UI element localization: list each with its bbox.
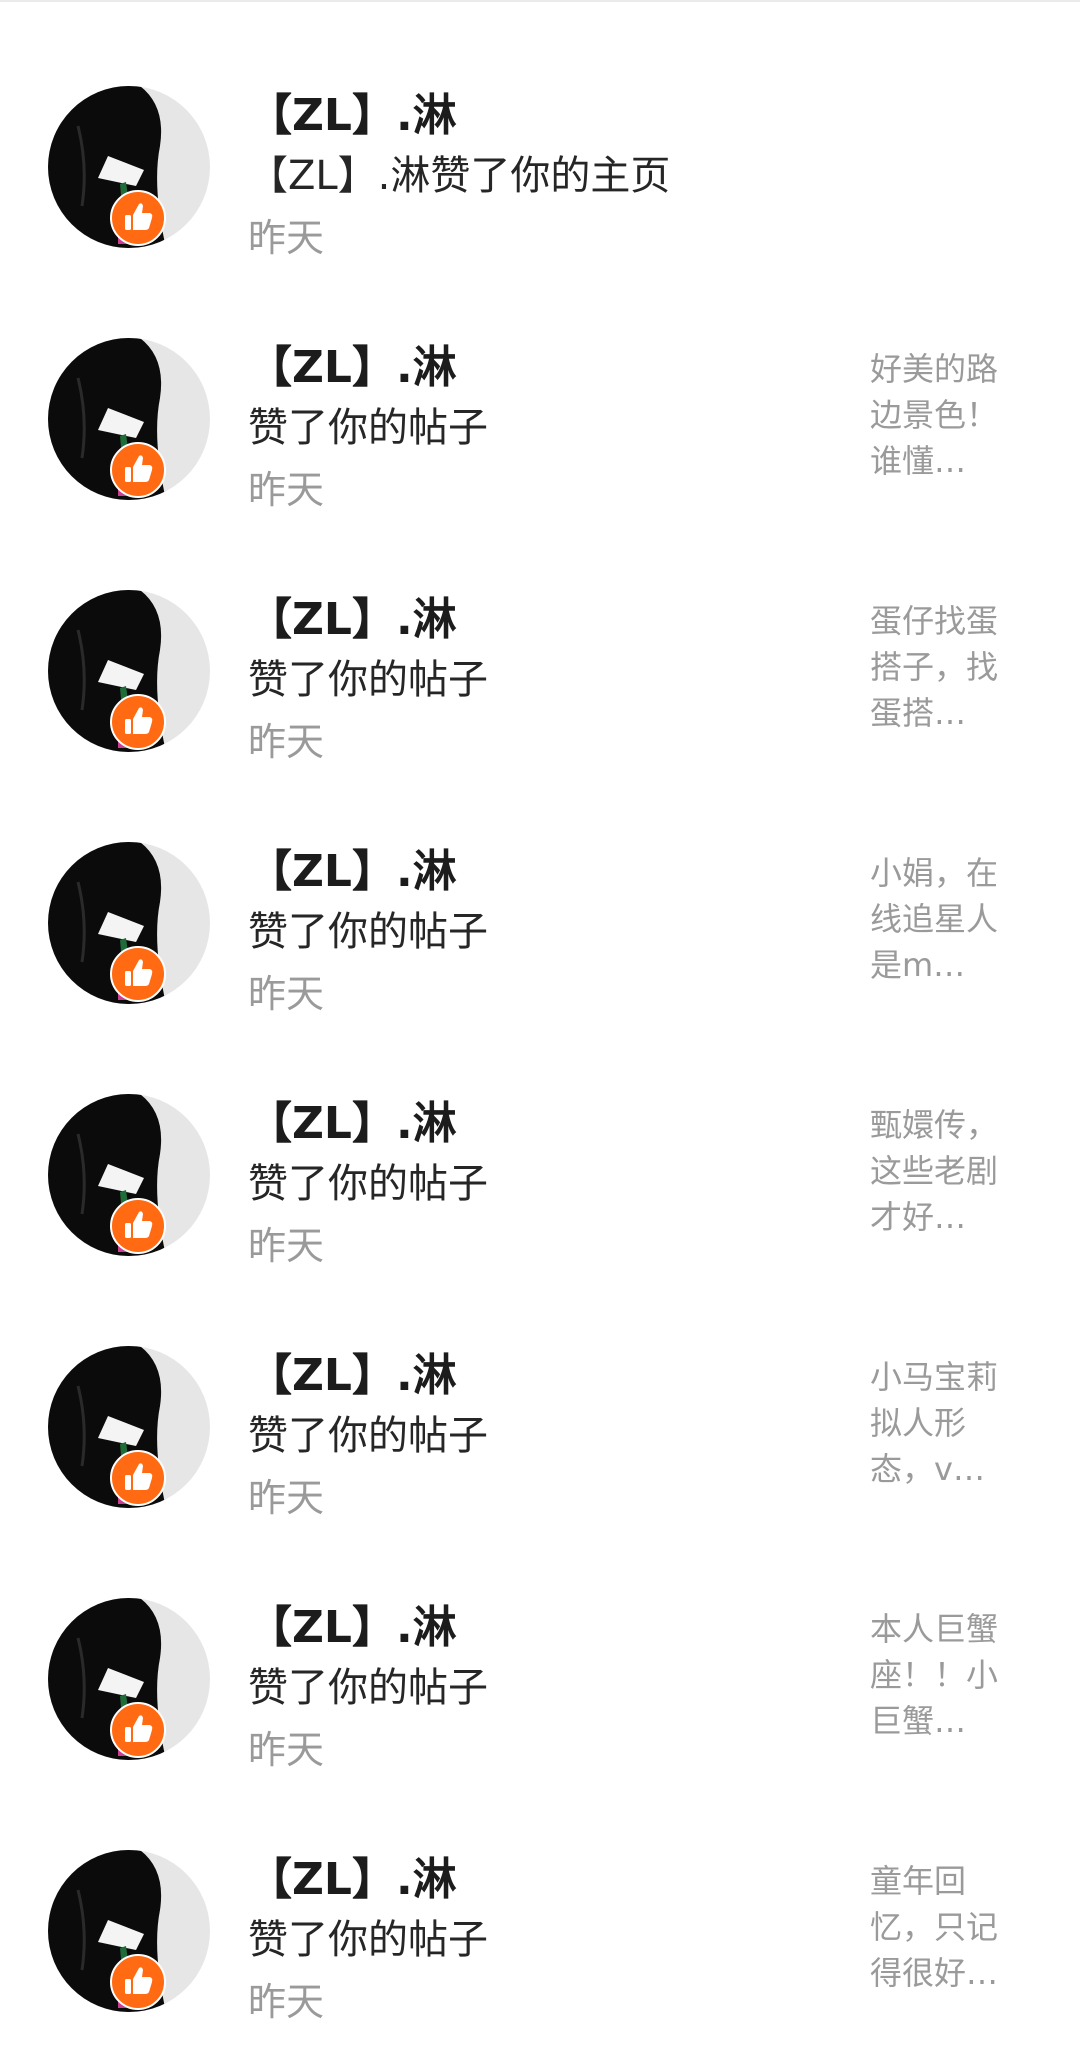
top-divider bbox=[0, 0, 1080, 2]
notification-action: 赞了你的帖子 bbox=[248, 405, 488, 451]
notification-item[interactable]: 【ZL】.淋 赞了你的帖子 昨天 童年回 忆，只记 得很好… bbox=[0, 1850, 1080, 2054]
post-preview-line: 才好… bbox=[870, 1198, 967, 1236]
user-name[interactable]: 【ZL】.淋 bbox=[248, 88, 457, 144]
post-preview-line: 是m… bbox=[870, 946, 966, 984]
post-preview-line: 巨蟹… bbox=[870, 1702, 967, 1740]
post-preview-line: 蛋搭… bbox=[870, 694, 967, 732]
thumbs-up-icon bbox=[110, 694, 166, 750]
post-preview-line: 小娟，在 bbox=[870, 854, 999, 892]
notification-item[interactable]: 【ZL】.淋 赞了你的帖子 昨天 好美的路 边景色！ 谁懂… bbox=[0, 338, 1080, 590]
user-name[interactable]: 【ZL】.淋 bbox=[248, 340, 457, 396]
notification-time: 昨天 bbox=[248, 720, 325, 764]
post-preview-line: 线追星人 bbox=[870, 900, 999, 938]
notification-time: 昨天 bbox=[248, 468, 325, 512]
thumbs-up-icon bbox=[110, 1450, 166, 1506]
notification-time: 昨天 bbox=[248, 1224, 325, 1268]
notification-action: 赞了你的帖子 bbox=[248, 1413, 488, 1459]
notification-action: 赞了你的帖子 bbox=[248, 1665, 488, 1711]
post-preview-line: 童年回 bbox=[870, 1862, 967, 1900]
post-preview-line: 本人巨蟹 bbox=[870, 1610, 999, 1648]
notification-action: 赞了你的帖子 bbox=[248, 657, 488, 703]
user-name[interactable]: 【ZL】.淋 bbox=[248, 592, 457, 648]
post-preview-line: 谁懂… bbox=[870, 442, 967, 480]
post-preview-line: 这些老剧 bbox=[870, 1152, 999, 1190]
notification-item[interactable]: 【ZL】.淋 赞了你的帖子 昨天 小娟，在 线追星人 是m… bbox=[0, 842, 1080, 1094]
notification-time: 昨天 bbox=[248, 972, 325, 1016]
notification-action: 【ZL】.淋赞了你的主页 bbox=[248, 153, 671, 199]
user-name[interactable]: 【ZL】.淋 bbox=[248, 1348, 457, 1404]
thumbs-up-icon bbox=[110, 1954, 166, 2010]
notification-item[interactable]: 【ZL】.淋 赞了你的帖子 昨天 甄嬛传， 这些老剧 才好… bbox=[0, 1094, 1080, 1346]
user-name[interactable]: 【ZL】.淋 bbox=[248, 1600, 457, 1656]
post-preview[interactable]: 甄嬛传， 这些老剧 才好… bbox=[870, 1102, 1020, 1240]
thumbs-up-icon bbox=[110, 190, 166, 246]
post-preview-line: 搭子，找 bbox=[870, 648, 999, 686]
notification-item[interactable]: 【ZL】.淋 赞了你的帖子 昨天 本人巨蟹 座！！小 巨蟹… bbox=[0, 1598, 1080, 1850]
notification-action: 赞了你的帖子 bbox=[248, 1917, 488, 1963]
post-preview-line: 拟人形 bbox=[870, 1404, 967, 1442]
post-preview-line: 边景色！ bbox=[870, 396, 999, 434]
post-preview-line: 忆，只记 bbox=[870, 1908, 999, 1946]
post-preview[interactable]: 蛋仔找蛋 搭子，找 蛋搭… bbox=[870, 598, 1020, 736]
notification-time: 昨天 bbox=[248, 1980, 325, 2024]
thumbs-up-icon bbox=[110, 442, 166, 498]
notification-time: 昨天 bbox=[248, 1728, 325, 1772]
post-preview[interactable]: 小马宝莉 拟人形 态，v… bbox=[870, 1354, 1020, 1492]
notification-item[interactable]: 【ZL】.淋 【ZL】.淋赞了你的主页 昨天 bbox=[0, 86, 1080, 338]
notification-item[interactable]: 【ZL】.淋 赞了你的帖子 昨天 蛋仔找蛋 搭子，找 蛋搭… bbox=[0, 590, 1080, 842]
user-name[interactable]: 【ZL】.淋 bbox=[248, 844, 457, 900]
thumbs-up-icon bbox=[110, 1198, 166, 1254]
post-preview-line: 好美的路 bbox=[870, 350, 999, 388]
post-preview[interactable]: 本人巨蟹 座！！小 巨蟹… bbox=[870, 1606, 1020, 1744]
post-preview-line: 小马宝莉 bbox=[870, 1358, 999, 1396]
post-preview-line: 甄嬛传， bbox=[870, 1106, 999, 1144]
post-preview-line: 座！！小 bbox=[870, 1656, 999, 1694]
post-preview[interactable]: 小娟，在 线追星人 是m… bbox=[870, 850, 1020, 988]
user-name[interactable]: 【ZL】.淋 bbox=[248, 1096, 457, 1152]
notification-action: 赞了你的帖子 bbox=[248, 909, 488, 955]
notification-time: 昨天 bbox=[248, 1476, 325, 1520]
post-preview-line: 蛋仔找蛋 bbox=[870, 602, 999, 640]
thumbs-up-icon bbox=[110, 1702, 166, 1758]
notification-time: 昨天 bbox=[248, 216, 325, 260]
user-name[interactable]: 【ZL】.淋 bbox=[248, 1852, 457, 1908]
post-preview[interactable]: 好美的路 边景色！ 谁懂… bbox=[870, 346, 1020, 484]
post-preview-line: 得很好… bbox=[870, 1954, 999, 1992]
notification-action: 赞了你的帖子 bbox=[248, 1161, 488, 1207]
post-preview-line: 态，v… bbox=[870, 1450, 985, 1488]
post-preview[interactable]: 童年回 忆，只记 得很好… bbox=[870, 1858, 1020, 1996]
thumbs-up-icon bbox=[110, 946, 166, 1002]
notification-item[interactable]: 【ZL】.淋 赞了你的帖子 昨天 小马宝莉 拟人形 态，v… bbox=[0, 1346, 1080, 1598]
